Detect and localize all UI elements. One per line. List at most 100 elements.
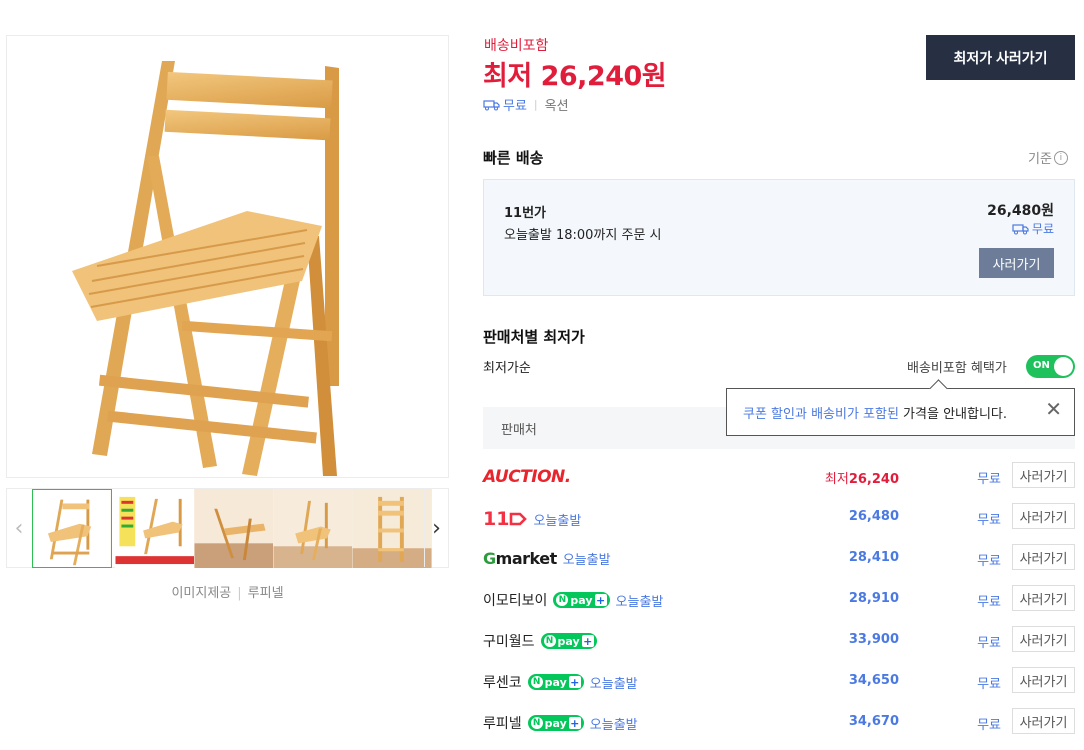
fast-delivery-shipping: 무료 — [1012, 220, 1054, 237]
shipping-included-label: 배송비포함 — [484, 38, 549, 54]
tooltip-text: 가격을 안내합니다. — [898, 406, 1007, 422]
table-row[interactable]: Gmarket 오늘출발 28,410 무료 사러가기 — [483, 539, 1075, 577]
naver-n-icon: N — [543, 635, 556, 647]
naver-n-icon: N — [530, 717, 543, 729]
price-cell: 최저26,240 — [825, 468, 899, 487]
tooltip-highlight: 쿠폰 할인과 배송비가 포함된 — [743, 406, 899, 422]
fast-delivery-shipping-label: 무료 — [1031, 222, 1054, 236]
mall-cell: 루센코 Npay + 오늘출발 — [483, 672, 638, 692]
mall-cell: 11 오늘출발 — [483, 508, 581, 530]
mall-cell: 이모티보이 Npay + 오늘출발 — [483, 590, 663, 610]
fast-delivery-desc: 오늘출발 18:00까지 주문 시 — [504, 228, 662, 243]
buy-button[interactable]: 사러가기 — [1012, 462, 1075, 488]
npay-label: pay — [570, 593, 593, 607]
chevron-left-icon[interactable]: ‹ — [7, 489, 31, 567]
price-cell: 33,900 — [849, 632, 899, 647]
gmarket-logo: Gmarket — [483, 549, 557, 568]
table-row[interactable]: 루센코 Npay + 오늘출발 34,650 무료 사러가기 — [483, 662, 1075, 700]
table-row[interactable]: 이모티보이 Npay + 오늘출발 28,910 무료 사러가기 — [483, 580, 1075, 618]
sort-selector[interactable]: 최저가순 — [483, 357, 531, 376]
shipping-cell: 무료 — [977, 513, 1001, 528]
npay-plus-badge: Npay + — [527, 715, 584, 731]
same-day-shipping: 오늘출발 — [533, 513, 582, 529]
plus-icon: + — [581, 634, 594, 648]
price-prefix: 최저 — [824, 472, 849, 487]
fast-delivery-price: 26,480원 — [987, 203, 1054, 219]
price-value: 28,910 — [848, 591, 899, 606]
mall-cell: 구미월드 Npay + — [483, 631, 597, 651]
shipping-cell: 무료 — [977, 554, 1001, 569]
npay-label: pay — [544, 716, 567, 730]
chevron-right-icon[interactable]: › — [424, 489, 448, 567]
thumbnail-3[interactable] — [194, 489, 274, 568]
image-credit-label: 이미지제공 — [171, 586, 232, 601]
table-row[interactable]: 구미월드 Npay +33,900 무료 사러가기 — [483, 621, 1075, 659]
benefit-price-toggle[interactable]: ON — [1026, 355, 1075, 378]
shipping-info: 무료 | 옥션 — [483, 95, 569, 114]
truck-icon — [1012, 223, 1030, 235]
price-cell: 28,910 — [849, 591, 899, 606]
npay-label: pay — [544, 675, 567, 689]
same-day-shipping: 오늘출발 — [589, 717, 638, 733]
same-day-shipping: 오늘출발 — [589, 676, 638, 692]
mall-cell: Gmarket 오늘출발 — [483, 549, 611, 568]
shipping-cell: 무료 — [977, 472, 1001, 487]
buy-button[interactable]: 사러가기 — [1012, 667, 1075, 693]
buy-button[interactable]: 사러가기 — [1012, 626, 1075, 652]
mall-cell: AUCTION. — [483, 467, 571, 487]
seller-column-header: 판매처 — [501, 423, 537, 438]
price-value: 28,410 — [848, 550, 899, 565]
buy-button[interactable]: 사러가기 — [1012, 585, 1075, 611]
mall-name: 루피넬 — [483, 716, 522, 732]
shipping-cell: 무료 — [977, 636, 1001, 651]
table-row[interactable]: 11 오늘출발 26,480 무료 사러가기 — [483, 498, 1075, 536]
plus-icon: + — [594, 593, 607, 607]
price-value: 34,670 — [848, 714, 899, 729]
criteria-label: 기준 — [1028, 152, 1052, 167]
criteria-link[interactable]: 기준 i — [1028, 148, 1068, 167]
thumbnail-1[interactable] — [32, 489, 112, 568]
shipping-cell: 무료 — [977, 595, 1001, 610]
npay-label: pay — [557, 634, 580, 648]
toggle-state: ON — [1033, 360, 1050, 371]
table-row[interactable]: AUCTION. 최저26,240 무료 사러가기 — [483, 457, 1075, 495]
shipping-cell: 무료 — [977, 718, 1001, 733]
thumbnail-5[interactable] — [352, 489, 432, 568]
lowest-price: 최저 26,240원 — [483, 61, 667, 92]
mall-name: 구미월드 — [483, 634, 535, 650]
shipping-free: 무료 — [503, 99, 527, 114]
thumbnail-2[interactable] — [115, 489, 195, 568]
mall-cell: 루피넬 Npay + 오늘출발 — [483, 713, 638, 733]
lowest-buy-button[interactable]: 최저가 사러가기 — [926, 35, 1075, 80]
npay-plus-badge: Npay + — [527, 674, 584, 690]
price-cell: 34,670 — [849, 714, 899, 729]
auction-logo: AUCTION. — [483, 467, 571, 487]
11st-logo: 11 — [483, 508, 528, 530]
table-row[interactable]: 루피넬 Npay + 오늘출발 34,670 무료 사러가기 — [483, 703, 1075, 741]
price-value: 34,650 — [848, 673, 899, 688]
buy-button[interactable]: 사러가기 — [1012, 708, 1075, 734]
toggle-knob — [1054, 357, 1073, 376]
price-value: 26,480 — [848, 509, 899, 524]
buy-button[interactable]: 사러가기 — [1012, 544, 1075, 570]
thumbnail-strip: ‹ › — [6, 488, 449, 568]
shipping-cell: 무료 — [977, 677, 1001, 692]
price-value: 26,240 — [848, 472, 899, 487]
plus-icon: + — [568, 675, 581, 689]
price-cell: 28,410 — [849, 550, 899, 565]
fast-delivery-card: 11번가 오늘출발 18:00까지 주문 시 26,480원 무료 사러가기 — [483, 179, 1075, 296]
buy-button[interactable]: 사러가기 — [1012, 503, 1075, 529]
mall-name: 이모티보이 — [483, 593, 548, 609]
naver-n-icon: N — [556, 594, 569, 606]
seller-list-title: 판매처별 최저가 — [483, 328, 585, 346]
fast-delivery-buy-button[interactable]: 사러가기 — [979, 248, 1054, 278]
shipping-options: 옥션 — [544, 99, 569, 114]
fast-delivery-title: 빠른 배송 — [483, 149, 544, 167]
thumbnail-4[interactable] — [273, 489, 353, 568]
close-icon[interactable]: ✕ — [1045, 399, 1062, 419]
info-icon: i — [1053, 150, 1068, 165]
main-product-image[interactable] — [6, 35, 449, 478]
benefit-tooltip: 쿠폰 할인과 배송비가 포함된 가격을 안내합니다. ✕ — [726, 388, 1075, 436]
image-credit: 이미지제공 | 루피넬 — [171, 586, 284, 601]
price-value: 33,900 — [848, 632, 899, 647]
